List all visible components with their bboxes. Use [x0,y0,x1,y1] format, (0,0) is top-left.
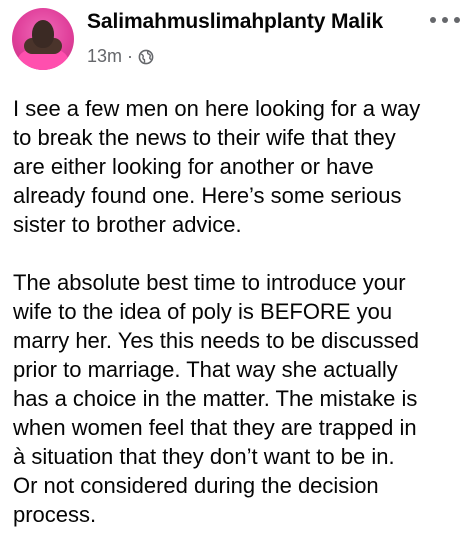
more-options-button[interactable] [430,14,460,26]
avatar-face [32,20,54,48]
post-body: I see a few men on here looking for a wa… [13,94,463,558]
post-paragraph-1: I see a few men on here looking for a wa… [13,94,463,239]
author-name[interactable]: Salimahmuslimahplanty Malik [87,10,383,34]
text-line: prior to marriage. That way she actually [13,357,398,382]
text-line: sister to brother advice. [13,212,242,237]
avatar[interactable] [12,8,74,70]
text-line: has a choice in the matter. The mistake … [13,386,418,411]
text-line: are either looking for another or have [13,154,374,179]
post-paragraph-2: The absolute best time to introduce your… [13,268,463,529]
post-header: Salimahmuslimahplanty Malik 13m · [0,0,471,78]
post-meta: 13m · [87,46,154,67]
post-timestamp[interactable]: 13m [87,46,122,67]
more-horizontal-icon-dot-1 [430,17,436,23]
more-horizontal-icon-dot-3 [454,17,460,23]
text-line: Or not considered during the decision [13,473,379,498]
text-line: when women feel that they are trapped in [13,415,417,440]
text-line: à situation that they don’t want to be i… [13,444,395,469]
text-line: process. [13,502,97,527]
globe-icon [138,49,154,64]
facebook-post: Salimahmuslimahplanty Malik 13m · I see … [0,0,471,541]
text-line: I see a few men on here looking for a wa… [13,96,421,121]
text-line: The absolute best time to introduce your [13,270,406,295]
text-line: to break the news to their wife that the… [13,125,396,150]
text-line: already found one. Here’s some serious [13,183,402,208]
text-line: wife to the idea of poly is BEFORE you [13,299,393,324]
meta-separator: · [127,46,134,66]
more-horizontal-icon-dot-2 [442,17,448,23]
text-line: marry her. Yes this needs to be discusse… [13,328,420,353]
